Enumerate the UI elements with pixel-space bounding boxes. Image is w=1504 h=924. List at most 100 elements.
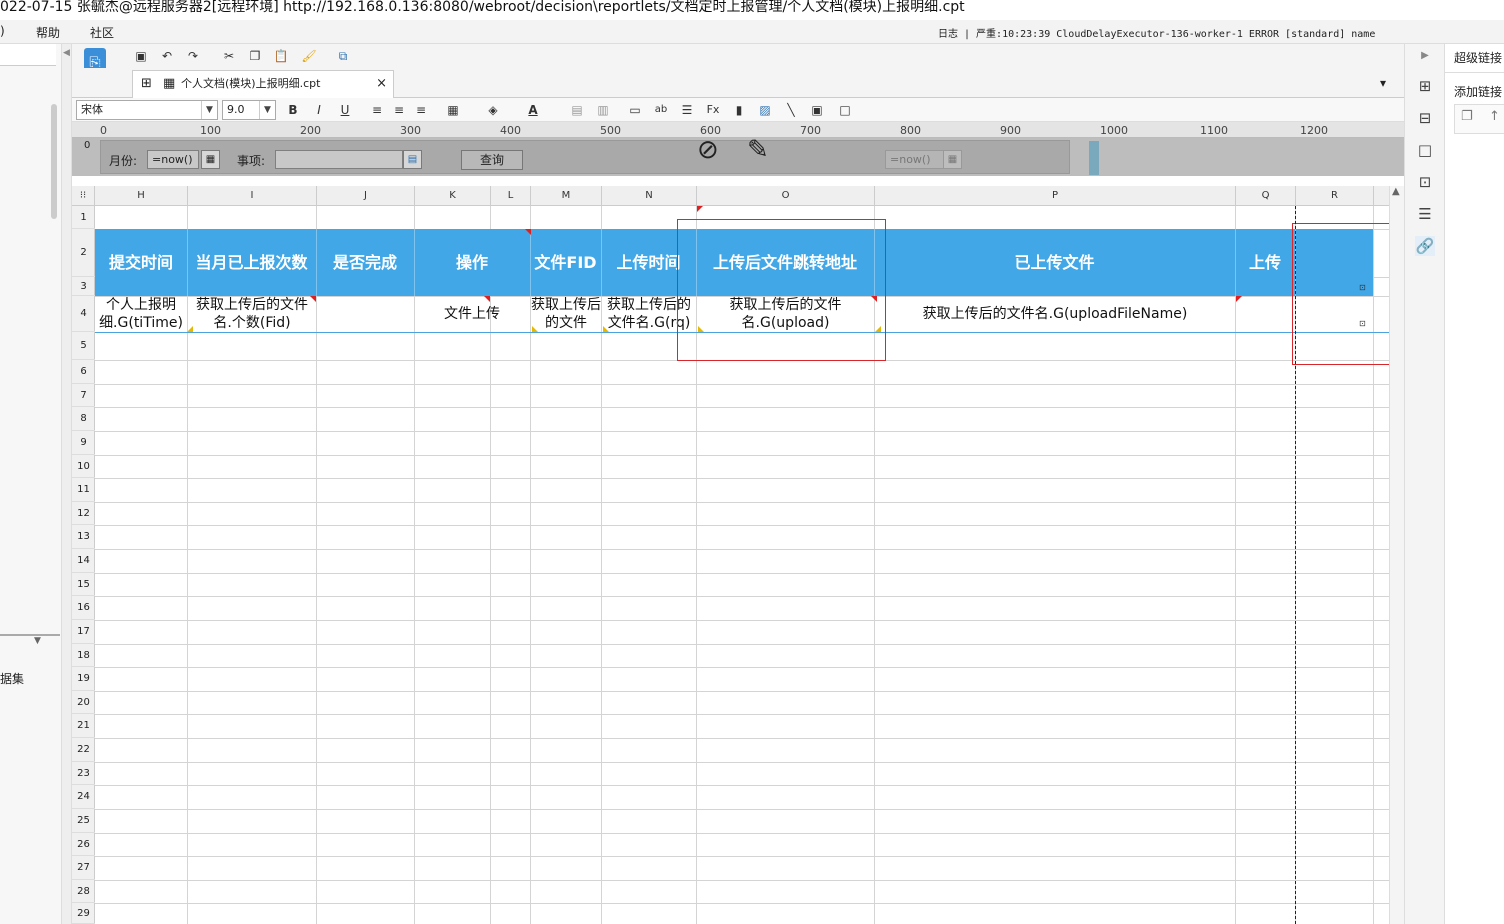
row-header[interactable]: 24	[72, 785, 95, 809]
header-upload[interactable]: 上传	[1235, 229, 1295, 296]
month-input[interactable]: =now()	[147, 150, 199, 169]
menu-item-partial[interactable]: )	[0, 24, 5, 38]
add-link-button[interactable]: 添加链接	[1454, 83, 1502, 100]
cut-icon[interactable]: ✂	[220, 47, 238, 65]
cell-p4[interactable]: 获取上传后的文件名.G(uploadFileName)	[875, 296, 1235, 332]
row-header[interactable]: 9	[72, 431, 95, 455]
column-header[interactable]: H	[95, 186, 188, 206]
header-uploaded-file[interactable]: 已上传文件	[874, 229, 1235, 296]
row-header[interactable]: 16	[72, 596, 95, 620]
column-header[interactable]: K	[415, 186, 491, 206]
cell-m4[interactable]: 获取上传后的文件	[531, 296, 601, 332]
row-header[interactable]: 5	[72, 332, 95, 360]
row-header[interactable]: 1	[72, 206, 95, 229]
scroll-up-icon[interactable]: ▲	[1392, 186, 1400, 197]
menu-help[interactable]: 帮助	[36, 24, 60, 41]
log-status[interactable]: 日志 | 严重:10:23:39 CloudDelayExecutor-136-…	[938, 25, 1375, 40]
tab-menu-icon[interactable]: ▾	[1380, 76, 1386, 90]
copy-icon[interactable]: ❐	[246, 47, 264, 65]
cell-i4[interactable]: 获取上传后的文件名.个数(Fid)	[188, 296, 316, 332]
column-header[interactable]: P	[875, 186, 1236, 206]
cell-k4[interactable]: 文件上传	[414, 296, 530, 332]
redo-icon[interactable]: ↷	[184, 47, 202, 65]
cell-element-icon[interactable]: ⊞	[1415, 76, 1435, 96]
hide-eye-icon[interactable]: ⊘	[697, 135, 719, 165]
subreport-icon[interactable]: ▣	[808, 101, 826, 119]
collapse-arrow-icon[interactable]: ▼	[34, 636, 41, 646]
font-size-select[interactable]: 9.0 ▼	[222, 100, 276, 120]
row-header[interactable]: 29	[72, 903, 95, 924]
dropdown-tree-icon[interactable]: ▤	[403, 150, 422, 169]
row-header[interactable]: 3	[72, 277, 95, 296]
row-header[interactable]: 6	[72, 360, 95, 384]
column-header[interactable]: L	[491, 186, 531, 206]
row-header[interactable]: 2	[72, 229, 95, 277]
collapse-left-icon[interactable]: ◀	[63, 48, 70, 58]
row-header[interactable]: 7	[72, 384, 95, 407]
row-header[interactable]: 20	[72, 691, 95, 714]
header-file-fid[interactable]: 文件FID	[530, 229, 601, 296]
cell-attribute-icon[interactable]: ⊟	[1415, 108, 1435, 128]
font-color-icon[interactable]: A	[524, 101, 542, 119]
hyperlink-icon[interactable]: 🔗	[1415, 236, 1435, 256]
left-pane-scrollbar[interactable]	[51, 104, 57, 219]
italic-icon[interactable]: I	[310, 101, 328, 119]
column-header[interactable]: J	[317, 186, 415, 206]
row-header[interactable]: 27	[72, 856, 95, 880]
row-header[interactable]: 19	[72, 667, 95, 691]
text-icon[interactable]: ab	[652, 101, 670, 119]
merge-cells-icon[interactable]: ▤	[568, 101, 586, 119]
font-family-select[interactable]: 宋体 ▼	[76, 100, 218, 120]
rich-text-icon[interactable]: ☰	[678, 101, 696, 119]
hidden-date-input[interactable]: =now()	[885, 150, 949, 169]
vertical-scrollbar[interactable]: ▲	[1389, 186, 1404, 924]
align-center-icon[interactable]: ≡	[390, 101, 408, 119]
calendar-icon[interactable]: ▦	[943, 150, 962, 169]
column-header[interactable]: Q	[1236, 186, 1296, 206]
formula-icon[interactable]: Fx	[704, 101, 722, 119]
save-icon[interactable]: ▣	[132, 47, 150, 65]
insert-row-icon[interactable]: ▭	[626, 101, 644, 119]
row-header[interactable]: 15	[72, 573, 95, 596]
column-header[interactable]: I	[188, 186, 317, 206]
pane-splitter[interactable]: ◀	[62, 44, 72, 924]
float-element-icon[interactable]: □	[1415, 140, 1435, 160]
chart-icon[interactable]: ▮	[730, 101, 748, 119]
row-header[interactable]: 10	[72, 455, 95, 478]
left-pane-divider[interactable]	[0, 634, 60, 636]
column-header[interactable]: M	[531, 186, 602, 206]
underline-icon[interactable]: U	[336, 101, 354, 119]
move-up-icon[interactable]: ↑	[1489, 109, 1500, 124]
row-header[interactable]: 28	[72, 880, 95, 903]
column-header[interactable]: N	[602, 186, 697, 206]
align-left-icon[interactable]: ≡	[368, 101, 386, 119]
paste-icon[interactable]: 📋	[272, 47, 290, 65]
row-header[interactable]: 25	[72, 809, 95, 833]
row-header[interactable]: 23	[72, 762, 95, 785]
header-completed[interactable]: 是否完成	[316, 229, 414, 296]
copy-link-icon[interactable]: ❐	[1461, 109, 1473, 124]
image-icon[interactable]: ▨	[756, 101, 774, 119]
undo-icon[interactable]: ↶	[158, 47, 176, 65]
bold-icon[interactable]: B	[284, 101, 302, 119]
unmerge-cells-icon[interactable]: ▥	[594, 101, 612, 119]
row-header[interactable]: 21	[72, 714, 95, 738]
row-header[interactable]: 12	[72, 502, 95, 525]
row-header[interactable]: 13	[72, 525, 95, 549]
widget-settings-icon[interactable]: ⊡	[1415, 172, 1435, 192]
float-element-icon[interactable]: □	[836, 101, 854, 119]
menu-community[interactable]: 社区	[90, 24, 114, 41]
row-header[interactable]: 18	[72, 644, 95, 667]
row-header[interactable]: 4	[72, 296, 95, 332]
column-header[interactable]: R	[1296, 186, 1374, 206]
select-all-icon[interactable]: ⁝⁝	[72, 186, 95, 206]
row-header[interactable]: 17	[72, 620, 95, 644]
query-button[interactable]: 查询	[461, 150, 523, 170]
calendar-icon[interactable]: ▦	[201, 150, 220, 169]
slash-icon[interactable]: ╲	[782, 101, 800, 119]
preview-icon[interactable]: ⧉	[334, 47, 352, 65]
close-tab-icon[interactable]: ×	[376, 71, 387, 97]
column-header[interactable]: O	[697, 186, 875, 206]
header-monthly-count[interactable]: 当月已上报次数	[187, 229, 316, 296]
row-header[interactable]: 8	[72, 407, 95, 431]
